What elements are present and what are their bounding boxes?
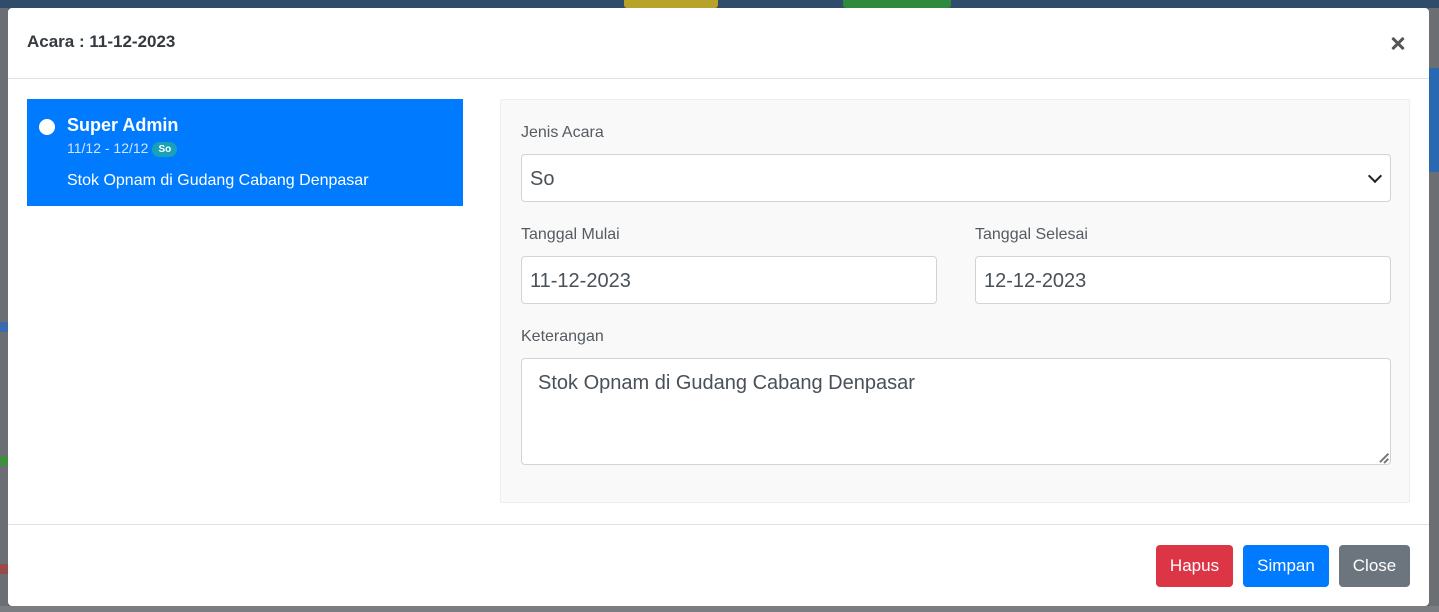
jenis-acara-label: Jenis Acara [521,124,604,141]
event-dates: 11/12 - 12/12 So [67,140,178,157]
tanggal-mulai-value: 11-12-2023 [530,270,631,292]
background-left-strip [0,8,8,612]
modal-header: Acara : 11-12-2023 [8,8,1429,79]
tanggal-mulai-label: Tanggal Mulai [521,226,620,243]
event-user: Super Admin [67,115,179,135]
background-nav-tab [624,0,718,8]
chevron-down-icon [1367,168,1383,184]
event-form: Jenis Acara So Tanggal Mulai 11-12-2023 … [500,99,1410,503]
close-icon[interactable] [1387,32,1409,54]
delete-button[interactable]: Hapus [1156,545,1233,587]
background-bottom-strip [0,606,1439,612]
tanggal-selesai-label: Tanggal Selesai [975,226,1088,243]
event-modal: Acara : 11-12-2023 Super Admin 11/12 - 1… [8,8,1429,606]
close-button[interactable]: Close [1339,545,1410,587]
keterangan-textarea[interactable]: Stok Opnam di Gudang Cabang Denpasar [521,358,1391,465]
tanggal-selesai-value: 12-12-2023 [984,270,1087,292]
tanggal-selesai-input[interactable]: 12-12-2023 [975,256,1391,304]
event-type-badge: So [152,142,178,157]
jenis-acara-value: So [530,168,555,190]
background-right-strip [1429,8,1439,612]
event-list-item[interactable]: Super Admin 11/12 - 12/12 So Stok Opnam d… [27,99,463,206]
jenis-acara-select[interactable]: So [521,154,1391,202]
event-description: Stok Opnam di Gudang Cabang Denpasar [67,172,369,189]
save-button[interactable]: Simpan [1243,545,1329,587]
resize-handle-icon[interactable] [1378,452,1388,462]
modal-title: Acara : 11-12-2023 [27,32,176,51]
event-dot-icon [39,119,55,135]
modal-footer: Hapus Simpan Close [8,524,1429,606]
tanggal-mulai-input[interactable]: 11-12-2023 [521,256,937,304]
background-navbar [0,0,1439,8]
background-nav-tab [843,0,951,8]
keterangan-label: Keterangan [521,328,604,345]
event-date-range: 11/12 - 12/12 [67,140,149,156]
keterangan-value: Stok Opnam di Gudang Cabang Denpasar [538,372,915,394]
